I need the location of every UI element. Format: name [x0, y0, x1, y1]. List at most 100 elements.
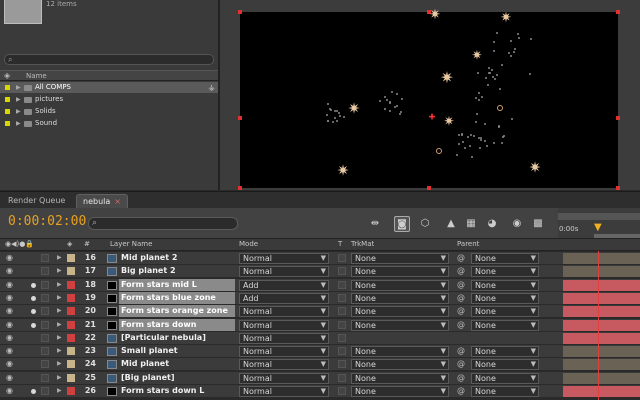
label-color-swatch[interactable] — [67, 267, 75, 276]
layer-handle[interactable] — [616, 186, 620, 190]
blend-mode-dropdown[interactable]: Normal ▼ — [239, 359, 329, 371]
tab-nebula[interactable]: nebula × — [76, 194, 128, 209]
blend-mode-dropdown[interactable]: Normal ▼ — [239, 372, 329, 384]
expand-arrow-icon[interactable]: ▶ — [57, 252, 62, 264]
expand-arrow-icon[interactable]: ▶ — [16, 94, 21, 105]
brainstorm-icon[interactable]: ▩ — [530, 216, 546, 232]
current-time-indicator-icon[interactable]: ▼ — [594, 222, 602, 233]
layer-name[interactable]: Form stars orange zone — [119, 305, 235, 318]
expand-arrow-icon[interactable]: ▶ — [57, 358, 62, 370]
label-tag-icon[interactable]: ◈ — [4, 71, 10, 80]
label-color-swatch[interactable] — [67, 320, 75, 329]
lock-switch[interactable] — [41, 320, 49, 329]
parent-dropdown[interactable]: None ▼ — [471, 279, 539, 291]
project-search-input[interactable]: ⌕ — [4, 54, 214, 65]
solo-icon[interactable] — [31, 295, 36, 301]
close-icon[interactable]: × — [114, 197, 121, 206]
hide-shy-layers-icon[interactable]: ▲ — [443, 216, 459, 232]
parent-dropdown[interactable]: None ▼ — [471, 266, 539, 278]
parent-dropdown[interactable]: None ▼ — [471, 372, 539, 384]
eye-icon[interactable]: ◉ — [6, 332, 13, 344]
label-color-swatch[interactable] — [5, 121, 10, 126]
eye-icon[interactable]: ◉ — [6, 292, 13, 304]
layer-duration-bar[interactable] — [563, 332, 640, 344]
column-parent[interactable]: Parent — [457, 240, 479, 248]
eye-icon[interactable]: ◉ — [6, 252, 13, 264]
layer-name[interactable]: Form stars blue zone — [119, 291, 235, 304]
track-matte-dropdown[interactable]: None ▼ — [351, 359, 449, 371]
lock-switch[interactable] — [41, 333, 49, 342]
eye-icon[interactable]: ◉ — [6, 385, 13, 397]
track-matte-dropdown[interactable]: None ▼ — [351, 306, 449, 318]
expand-arrow-icon[interactable]: ▶ — [57, 372, 62, 384]
lock-switch[interactable] — [41, 360, 49, 369]
label-color-swatch[interactable] — [67, 360, 75, 369]
preserve-transparency-switch[interactable] — [338, 267, 346, 276]
preserve-transparency-switch[interactable] — [338, 307, 346, 316]
label-color-swatch[interactable] — [67, 293, 75, 302]
blend-mode-dropdown[interactable]: Normal ▼ — [239, 332, 329, 344]
expand-arrow-icon[interactable]: ▶ — [57, 332, 62, 344]
layer-handle[interactable] — [238, 10, 242, 14]
layer-handle[interactable] — [616, 116, 620, 120]
lock-switch[interactable] — [41, 307, 49, 316]
label-color-swatch[interactable] — [5, 97, 10, 102]
blend-mode-dropdown[interactable]: Normal ▼ — [239, 346, 329, 358]
layer-row[interactable]: ◉ ▶ 18 Form stars mid L Add ▼ None ▼ @ None ▼ — [0, 278, 640, 292]
pick-whip-icon[interactable]: @ — [457, 305, 465, 317]
pick-whip-icon[interactable]: @ — [457, 358, 465, 370]
layer-name[interactable]: Mid planet — [119, 358, 235, 370]
layer-name[interactable]: Form stars down — [119, 318, 235, 331]
blend-mode-dropdown[interactable]: Normal ▼ — [239, 319, 329, 331]
flowchart-icon[interactable]: ⚶ — [208, 82, 215, 93]
eye-icon[interactable]: ◉ — [6, 305, 13, 317]
layer-duration-bar[interactable] — [563, 306, 640, 318]
blend-mode-dropdown[interactable]: Normal ▼ — [239, 306, 329, 318]
layer-duration-bar[interactable] — [563, 372, 640, 384]
time-navigator[interactable] — [558, 213, 640, 220]
parent-dropdown[interactable]: None ▼ — [471, 346, 539, 358]
expand-arrow-icon[interactable]: ▶ — [57, 265, 62, 277]
layer-duration-bar[interactable] — [563, 359, 640, 371]
layer-duration-bar[interactable] — [563, 253, 640, 264]
preserve-transparency-switch[interactable] — [338, 333, 346, 342]
preserve-transparency-switch[interactable] — [338, 360, 346, 369]
parent-dropdown[interactable]: None ▼ — [471, 319, 539, 331]
column-mode[interactable]: Mode — [239, 240, 258, 248]
layer-handle[interactable] — [616, 10, 620, 14]
layer-row[interactable]: ◉ ▶ 24 Mid planet Normal ▼ None ▼ @ None ▼ — [0, 358, 640, 372]
layer-handle[interactable] — [238, 116, 242, 120]
layer-row[interactable]: ◉ ▶ 17 Big planet 2 Normal ▼ None ▼ @ None ▼ — [0, 265, 640, 279]
solo-icon[interactable] — [31, 389, 36, 394]
layer-row[interactable]: ◉ ▶ 22 [Particular nebula] Normal ▼ — [0, 331, 640, 345]
layer-duration-bar[interactable] — [563, 319, 640, 331]
track-matte-dropdown[interactable]: None ▼ — [351, 346, 449, 358]
project-item[interactable]: ▶ pictures — [0, 94, 218, 105]
track-matte-dropdown[interactable]: None ▼ — [351, 253, 449, 264]
expand-arrow-icon[interactable]: ▶ — [57, 385, 62, 397]
track-matte-dropdown[interactable]: None ▼ — [351, 319, 449, 331]
parent-dropdown[interactable]: None ▼ — [471, 386, 539, 397]
pick-whip-icon[interactable]: @ — [457, 252, 465, 264]
track-matte-dropdown[interactable]: None ▼ — [351, 386, 449, 397]
lock-switch[interactable] — [41, 373, 49, 382]
composition-canvas[interactable]: ✷ ✷ ✷ ✷ ✷ ✷ ✷ ✷ ✚ — [238, 8, 620, 190]
parent-dropdown[interactable]: None ▼ — [471, 253, 539, 264]
blend-mode-dropdown[interactable]: Add ▼ — [239, 292, 329, 304]
layer-name[interactable]: [Particular nebula] — [119, 332, 235, 344]
project-item[interactable]: ▶ Solids — [0, 106, 218, 117]
expand-arrow-icon[interactable]: ▶ — [16, 82, 21, 93]
layer-row[interactable]: ◉ ▶ 16 Mid planet 2 Normal ▼ None ▼ @ None ▼ — [0, 252, 640, 265]
layer-duration-bar[interactable] — [563, 346, 640, 358]
label-color-swatch[interactable] — [67, 347, 75, 356]
blend-mode-dropdown[interactable]: Normal ▼ — [239, 253, 329, 264]
lock-switch[interactable] — [41, 387, 49, 395]
pick-whip-icon[interactable]: @ — [457, 372, 465, 384]
pick-whip-icon[interactable]: @ — [457, 265, 465, 277]
layer-row[interactable]: ◉ ▶ 20 Form stars orange zone Normal ▼ None ▼ @ N… — [0, 305, 640, 319]
layer-name[interactable]: [Big planet] — [119, 372, 235, 384]
layer-handle[interactable] — [238, 186, 242, 190]
label-color-swatch[interactable] — [67, 387, 75, 395]
label-color-swatch[interactable] — [5, 109, 10, 114]
lock-switch[interactable] — [41, 267, 49, 276]
